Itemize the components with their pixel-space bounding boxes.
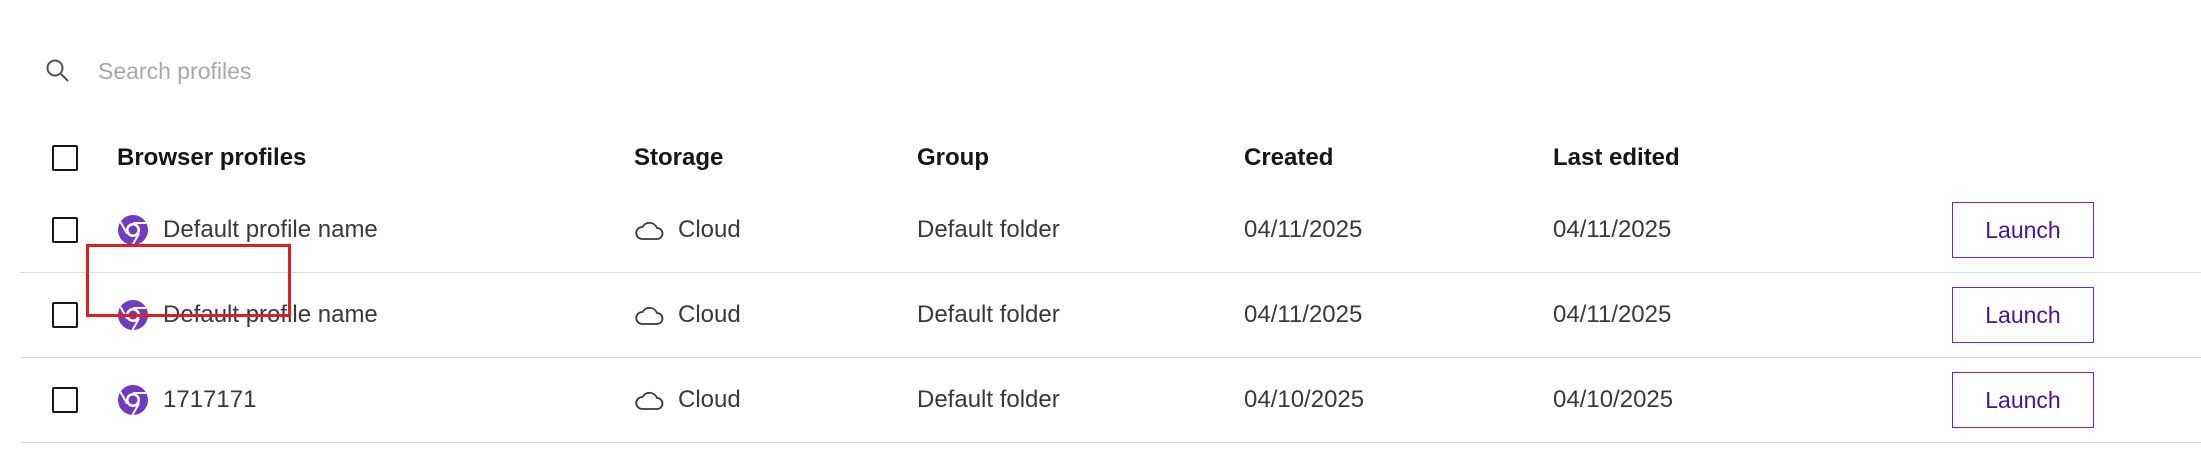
created-cell: 04/10/2025	[1244, 386, 1365, 413]
last-edited-cell: 04/10/2025	[1553, 386, 1674, 413]
launch-button[interactable]: Launch	[1952, 202, 2094, 258]
storage-label: Cloud	[678, 301, 741, 328]
table-header: Browser profiles Storage Group Created L…	[20, 128, 2201, 188]
chrome-icon	[118, 385, 148, 416]
storage-label: Cloud	[678, 216, 741, 243]
cloud-icon	[635, 221, 664, 240]
cloud-icon	[635, 391, 664, 410]
launch-button[interactable]: Launch	[1952, 372, 2094, 428]
storage-cell: Cloud	[634, 386, 741, 414]
group-cell: Default folder	[917, 216, 1060, 243]
highlight-box	[86, 244, 291, 317]
profile-name: 1717171	[163, 386, 257, 413]
group-cell: Default folder	[917, 386, 1060, 413]
cloud-icon	[635, 306, 664, 325]
search-icon	[46, 59, 69, 82]
table-row[interactable]: 1717171 Cloud Default folder 04/10/2025 …	[20, 358, 2201, 443]
row-checkbox[interactable]	[52, 217, 78, 243]
storage-label: Cloud	[678, 386, 741, 413]
storage-cell: Cloud	[634, 301, 741, 329]
row-checkbox[interactable]	[52, 302, 78, 328]
header-created[interactable]: Created	[1244, 144, 1333, 172]
profiles-table: Browser profiles Storage Group Created L…	[20, 128, 2201, 443]
header-storage[interactable]: Storage	[634, 144, 723, 172]
table-row[interactable]: Default profile name Cloud Default folde…	[20, 273, 2201, 358]
created-cell: 04/11/2025	[1244, 301, 1363, 328]
header-last-edited[interactable]: Last edited	[1553, 144, 1680, 172]
search-input[interactable]	[98, 57, 898, 85]
header-group[interactable]: Group	[917, 144, 989, 172]
select-all-checkbox[interactable]	[52, 145, 78, 171]
table-row[interactable]: Default profile name Cloud Default folde…	[20, 188, 2201, 273]
launch-button[interactable]: Launch	[1952, 287, 2094, 343]
last-edited-cell: 04/11/2025	[1553, 216, 1672, 243]
header-browser-profiles[interactable]: Browser profiles	[117, 144, 306, 172]
last-edited-cell: 04/11/2025	[1553, 301, 1672, 328]
profile-name-cell[interactable]: Default profile name	[117, 214, 378, 246]
group-cell: Default folder	[917, 301, 1060, 328]
row-checkbox[interactable]	[52, 387, 78, 413]
search-bar[interactable]	[44, 44, 944, 98]
storage-cell: Cloud	[634, 216, 741, 244]
created-cell: 04/11/2025	[1244, 216, 1363, 243]
profile-name-cell[interactable]: 1717171	[117, 384, 256, 416]
chrome-icon	[118, 215, 148, 246]
profile-name: Default profile name	[163, 216, 378, 243]
